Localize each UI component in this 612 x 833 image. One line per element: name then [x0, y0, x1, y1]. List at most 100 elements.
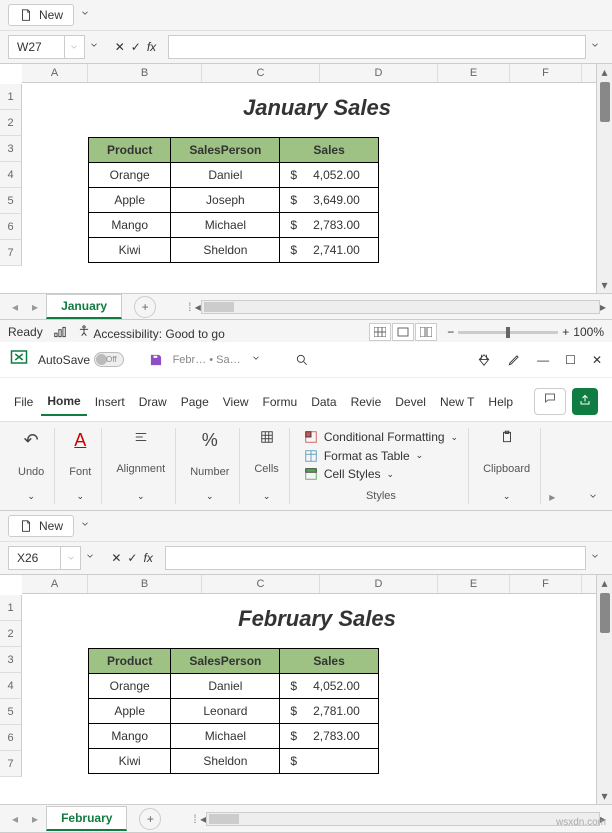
accessibility-status[interactable]: Accessibility: Good to go	[77, 324, 225, 341]
accessibility-icon	[77, 324, 91, 338]
tab-prev-icon[interactable]: ◂	[6, 300, 24, 314]
add-sheet-button[interactable]: +	[134, 296, 156, 318]
h-scrollbar[interactable]	[206, 812, 600, 826]
tab-file[interactable]: File	[8, 389, 39, 415]
new-button[interactable]: New	[8, 4, 74, 26]
zoom-out-button[interactable]: −	[447, 325, 454, 339]
group-styles: Conditional Formatting⌄ Format as Table⌄…	[294, 428, 469, 504]
view-layout-button[interactable]	[392, 323, 414, 341]
undo-icon[interactable]: ↶	[24, 430, 39, 451]
name-box[interactable]: X26	[8, 546, 81, 570]
tab-home[interactable]: Home	[41, 388, 86, 416]
sheet-title: January Sales	[22, 83, 612, 133]
format-as-table-button[interactable]: Format as Table⌄	[304, 449, 423, 463]
formula-input[interactable]	[168, 35, 586, 59]
tab-review[interactable]: Revie	[345, 389, 388, 415]
add-sheet-button[interactable]: +	[139, 808, 161, 830]
sheet-tab-january[interactable]: January	[46, 294, 122, 319]
view-normal-button[interactable]	[369, 323, 391, 341]
data-table: ProductSalesPersonSales OrangeDaniel$4,0…	[88, 648, 379, 774]
chevron-down-icon[interactable]	[590, 40, 604, 54]
zoom-level[interactable]: 100%	[573, 325, 604, 339]
tab-next-icon[interactable]: ▸	[26, 812, 44, 826]
ribbon-more-icon[interactable]: ▸	[549, 490, 555, 504]
tab-developer[interactable]: Devel	[389, 389, 432, 415]
cancel-icon[interactable]: ✕	[111, 551, 121, 565]
new-button[interactable]: New	[8, 515, 74, 537]
minimize-button[interactable]: —	[537, 353, 549, 367]
tab-formulas[interactable]: Formu	[257, 389, 304, 415]
share-button[interactable]	[572, 388, 598, 415]
h-scrollbar[interactable]	[201, 300, 600, 314]
scroll-up-icon[interactable]: ▴	[597, 64, 612, 80]
file-name[interactable]: Febr… • Sa…	[173, 354, 241, 366]
comments-button[interactable]	[534, 388, 566, 415]
tab-prev-icon[interactable]: ◂	[6, 812, 24, 826]
row-headers: 1234567	[0, 84, 22, 266]
clipboard-icon[interactable]	[500, 430, 514, 444]
table-row: MangoMichael$2,783.00	[89, 724, 379, 749]
tab-view[interactable]: View	[217, 389, 255, 415]
percent-icon[interactable]: %	[202, 430, 218, 451]
new-label: New	[39, 8, 63, 22]
tab-next-icon[interactable]: ▸	[26, 300, 44, 314]
conditional-formatting-button[interactable]: Conditional Formatting⌄	[304, 430, 458, 444]
chevron-down-icon[interactable]	[64, 36, 84, 58]
zoom-in-button[interactable]: +	[562, 325, 569, 339]
table-row: AppleJoseph$3,649.00	[89, 188, 379, 213]
document-icon	[19, 8, 33, 22]
close-button[interactable]: ✕	[592, 353, 602, 367]
check-icon[interactable]: ✓	[131, 40, 141, 54]
chevron-down-icon[interactable]	[60, 547, 80, 569]
tab-page[interactable]: Page	[175, 389, 215, 415]
cells-icon[interactable]	[260, 430, 274, 444]
name-box[interactable]: W27	[8, 35, 85, 59]
font-color-icon[interactable]: A	[74, 430, 86, 451]
diamond-icon[interactable]	[477, 353, 491, 367]
tab-newtab[interactable]: New T	[434, 389, 480, 415]
table-format-icon	[304, 449, 318, 463]
save-icon[interactable]	[149, 353, 163, 367]
chevron-down-icon[interactable]	[590, 551, 604, 565]
column-headers: ABCDEF	[22, 64, 612, 83]
cell-ref: W27	[9, 40, 64, 54]
check-icon[interactable]: ✓	[127, 551, 137, 565]
group-alignment: Alignment⌄	[106, 428, 176, 504]
chevron-down-icon[interactable]	[89, 40, 103, 54]
search-icon[interactable]	[295, 353, 309, 367]
excel-logo-icon	[10, 348, 28, 371]
formula-input[interactable]	[165, 546, 586, 570]
chevron-down-icon[interactable]	[80, 519, 94, 533]
collapse-ribbon-icon[interactable]	[588, 491, 602, 505]
watermark: wsxdn.com	[556, 817, 606, 828]
view-break-button[interactable]	[415, 323, 437, 341]
cell-ref: X26	[9, 551, 60, 565]
scroll-up-icon[interactable]: ▴	[597, 575, 612, 591]
tab-help[interactable]: Help	[482, 389, 519, 415]
cell-styles-button[interactable]: Cell Styles⌄	[304, 467, 394, 481]
table-row: KiwiSheldon$	[89, 749, 379, 774]
sheet-tab-february[interactable]: February	[46, 806, 127, 831]
tab-insert[interactable]: Insert	[89, 389, 131, 415]
maximize-button[interactable]: ☐	[565, 353, 576, 367]
stats-icon[interactable]	[53, 325, 67, 339]
zoom-slider[interactable]	[458, 331, 558, 334]
fx-icon[interactable]: fx	[147, 40, 156, 54]
chevron-down-icon[interactable]	[85, 551, 99, 565]
autosave-toggle[interactable]: AutoSave Off	[38, 352, 139, 367]
tab-draw[interactable]: Draw	[133, 389, 173, 415]
pen-icon[interactable]	[507, 353, 521, 367]
scroll-right-icon[interactable]: ▸	[600, 300, 606, 314]
fx-icon[interactable]: fx	[143, 551, 152, 565]
tab-data[interactable]: Data	[305, 389, 342, 415]
group-clipboard: Clipboard⌄	[473, 428, 541, 504]
document-icon	[19, 519, 33, 533]
data-table: ProductSalesPersonSales OrangeDaniel$4,0…	[88, 137, 379, 263]
cancel-icon[interactable]: ✕	[115, 40, 125, 54]
table-header-row: ProductSalesPersonSales	[89, 138, 379, 163]
chevron-down-icon[interactable]	[251, 353, 265, 367]
table-row: MangoMichael$2,783.00	[89, 213, 379, 238]
align-icon[interactable]	[134, 430, 148, 444]
column-headers: ABCDEF	[22, 575, 612, 594]
chevron-down-icon[interactable]	[80, 8, 94, 22]
